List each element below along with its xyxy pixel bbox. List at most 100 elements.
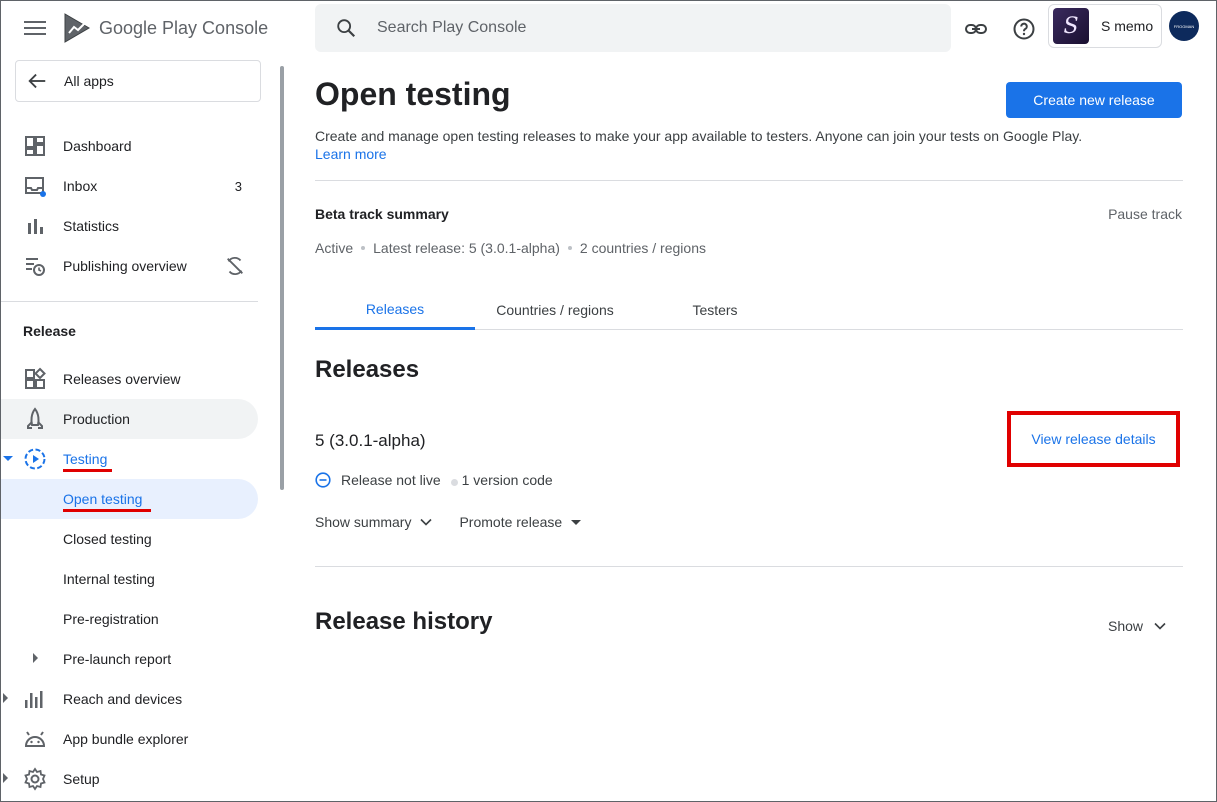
sidebar-item-label: Statistics xyxy=(63,218,120,234)
sidebar-item-dashboard[interactable]: Dashboard xyxy=(0,126,258,166)
sidebar-item-statistics[interactable]: Statistics xyxy=(0,206,258,246)
bar-chart-icon xyxy=(28,219,43,234)
expand-caret-icon[interactable] xyxy=(3,773,8,783)
sidebar-item-releases-overview[interactable]: Releases overview xyxy=(0,359,258,399)
top-bar: Google Play Console S S memo FROGMAN xyxy=(0,0,1217,58)
release-status-row: Release not live 1 version code xyxy=(315,472,553,488)
release-actions: Show summary Promote release xyxy=(315,514,608,530)
sidebar-item-label: Open testing xyxy=(63,491,143,507)
play-console-logo[interactable]: Google Play Console xyxy=(63,12,268,44)
app-name: S memo xyxy=(1101,18,1154,34)
sidebar-item-publishing-overview[interactable]: Publishing overview xyxy=(0,246,258,286)
app-selector[interactable]: S S memo xyxy=(1048,4,1162,48)
expand-caret-icon[interactable] xyxy=(33,653,38,663)
menu-icon[interactable] xyxy=(22,17,48,41)
sidebar-item-label: Inbox xyxy=(63,178,98,194)
show-label: Show xyxy=(1108,618,1144,634)
play-console-logo-icon xyxy=(64,13,90,43)
sidebar-item-reach-and-devices[interactable]: Reach and devices xyxy=(0,679,258,719)
learn-more-link[interactable]: Learn more xyxy=(315,146,387,162)
track-status: Active xyxy=(315,240,354,256)
sidebar-item-label: Dashboard xyxy=(63,138,132,154)
tab-countries-regions[interactable]: Countries / regions xyxy=(475,290,635,330)
sidebar-item-pre-registration[interactable]: Pre-registration xyxy=(0,599,258,639)
sidebar-item-label: Internal testing xyxy=(63,571,155,587)
gear-icon xyxy=(24,767,46,791)
sidebar-item-label: Setup xyxy=(63,771,100,787)
sidebar-item-label: Reach and devices xyxy=(63,691,183,707)
sidebar-section-release: Release xyxy=(23,323,76,339)
separator-dot xyxy=(361,246,366,250)
sidebar-item-production[interactable]: Production xyxy=(0,399,258,439)
search-bar[interactable] xyxy=(315,4,951,52)
expand-caret-icon[interactable] xyxy=(3,456,13,461)
release-history-show-button[interactable]: Show xyxy=(1108,618,1167,634)
latest-release: Latest release: 5 (3.0.1-alpha) xyxy=(373,240,560,256)
release-status: Release not live xyxy=(341,472,441,488)
sidebar-item-setup[interactable]: Setup xyxy=(0,759,258,799)
releases-heading: Releases xyxy=(315,356,420,383)
releases-overview-icon xyxy=(25,367,46,389)
sidebar-item-inbox[interactable]: Inbox 3 xyxy=(0,166,258,206)
sidebar-item-label: Pre-launch report xyxy=(63,651,172,667)
separator-dot xyxy=(450,478,458,486)
not-live-icon xyxy=(315,472,331,488)
inbox-count-badge: 3 xyxy=(234,178,242,194)
testing-icon xyxy=(24,448,46,470)
chevron-down-icon xyxy=(1154,622,1166,630)
sidebar-item-label: Releases overview xyxy=(63,371,181,387)
publishing-overview-icon xyxy=(26,258,45,276)
arrow-back-icon xyxy=(28,73,46,89)
sidebar-item-testing[interactable]: Testing xyxy=(0,439,258,479)
tab-releases[interactable]: Releases xyxy=(315,290,475,330)
sidebar-item-closed-testing[interactable]: Closed testing xyxy=(0,519,258,559)
separator-dot xyxy=(567,246,572,250)
help-icon[interactable] xyxy=(1012,17,1036,41)
release-name: 5 (3.0.1-alpha) xyxy=(315,431,426,450)
promote-release-label: Promote release xyxy=(459,514,563,530)
search-icon xyxy=(337,19,356,38)
managed-publishing-off-icon xyxy=(227,256,243,276)
dashboard-icon xyxy=(25,136,45,156)
sidebar-item-app-bundle-explorer[interactable]: App bundle explorer xyxy=(0,719,258,759)
sidebar: All apps Dashboard Inbox 3 Statistics Pu… xyxy=(0,58,284,802)
highlight-underline xyxy=(63,509,151,512)
sidebar-item-label: Pre-registration xyxy=(63,611,159,627)
page-title: Open testing xyxy=(315,76,511,112)
tab-testers[interactable]: Testers xyxy=(635,290,795,330)
production-icon xyxy=(27,407,43,429)
version-code-count: 1 version code xyxy=(461,472,553,488)
release-history-heading: Release history xyxy=(315,608,493,635)
dropdown-arrow-icon xyxy=(571,520,582,525)
sidebar-item-label: Testing xyxy=(63,451,108,467)
sidebar-scrollbar[interactable] xyxy=(280,66,284,490)
sidebar-item-internal-testing[interactable]: Internal testing xyxy=(0,559,258,599)
inbox-icon xyxy=(25,177,46,197)
highlight-box: View release details xyxy=(1007,411,1180,467)
chevron-down-icon xyxy=(420,518,433,526)
countries-count: 2 countries / regions xyxy=(579,240,706,256)
create-new-release-button[interactable]: Create new release xyxy=(1006,82,1182,118)
sidebar-item-pre-launch-report[interactable]: Pre-launch report xyxy=(0,639,258,679)
highlight-underline xyxy=(63,469,112,472)
search-input[interactable] xyxy=(377,19,877,37)
account-avatar[interactable]: FROGMAN xyxy=(1169,11,1199,41)
app-icon: S xyxy=(1053,8,1089,44)
tab-bar: Releases Countries / regions Testers xyxy=(315,290,1183,330)
track-summary-title: Beta track summary xyxy=(315,206,449,222)
sidebar-item-open-testing[interactable]: Open testing xyxy=(0,479,258,519)
expand-caret-icon[interactable] xyxy=(3,693,8,703)
all-apps-button[interactable]: All apps xyxy=(15,60,261,102)
promote-release-button[interactable]: Promote release xyxy=(459,514,582,530)
view-release-details-link[interactable]: View release details xyxy=(1031,431,1155,447)
link-icon[interactable] xyxy=(964,17,988,41)
main-content: Open testing Create new release Create a… xyxy=(315,58,1183,802)
product-name: Google Play Console xyxy=(99,17,269,38)
divider xyxy=(315,566,1183,567)
pause-track-button[interactable]: Pause track xyxy=(1108,206,1182,222)
page-description: Create and manage open testing releases … xyxy=(315,128,1083,144)
sidebar-item-label: Closed testing xyxy=(63,531,152,547)
show-summary-button[interactable]: Show summary xyxy=(315,514,433,530)
all-apps-label: All apps xyxy=(64,73,114,89)
show-summary-label: Show summary xyxy=(315,514,412,530)
